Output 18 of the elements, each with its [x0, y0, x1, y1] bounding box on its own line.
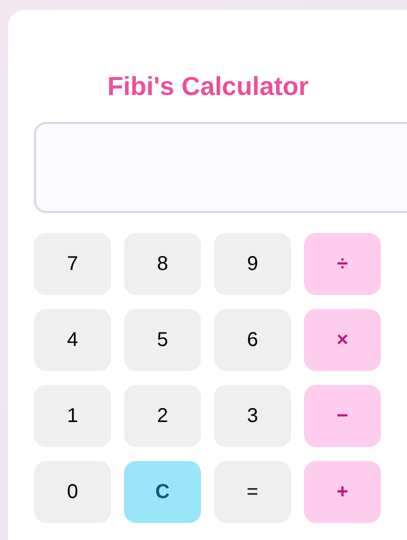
operator-button[interactable]: ÷ — [304, 233, 381, 295]
operator-button[interactable]: − — [304, 385, 381, 447]
digit-button[interactable]: 9 — [214, 233, 291, 295]
digit-button[interactable]: 8 — [124, 233, 201, 295]
digit-button[interactable]: 3 — [214, 385, 291, 447]
clear-button[interactable]: C — [124, 461, 201, 523]
digit-button[interactable]: 1 — [34, 385, 111, 447]
operator-button[interactable]: + — [304, 461, 381, 523]
digit-button[interactable]: 6 — [214, 309, 291, 371]
digit-button[interactable]: 5 — [124, 309, 201, 371]
equals-button[interactable]: = — [214, 461, 291, 523]
digit-button[interactable]: 4 — [34, 309, 111, 371]
calculator-title: Fibi's Calculator — [107, 70, 309, 103]
digit-button[interactable]: 7 — [34, 233, 111, 295]
digit-button[interactable]: 2 — [124, 385, 201, 447]
digit-button[interactable]: 0 — [34, 461, 111, 523]
operator-button[interactable]: × — [304, 309, 381, 371]
display-field[interactable] — [34, 122, 407, 213]
